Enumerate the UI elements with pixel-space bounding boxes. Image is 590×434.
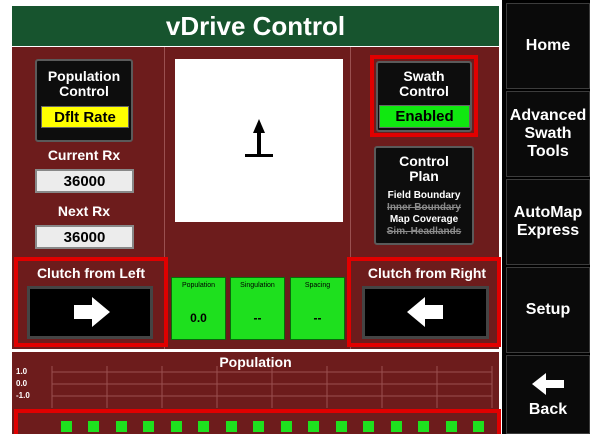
metric-spacing-value: -- [313,311,322,325]
metric-population: Population 0.0 [171,277,226,340]
row-unit-5 [171,421,182,432]
advanced-label-1: Advanced [509,107,587,124]
population-control-button[interactable]: Population Control [35,59,133,142]
page-title: vDrive Control [12,6,499,46]
plan-item-map-coverage: Map Coverage [389,214,459,225]
control-plan-label-2: Plan [409,168,439,184]
current-rx-label: Current Rx [47,147,121,163]
advanced-swath-tools-button[interactable]: Advanced Swath Tools [506,91,590,177]
advanced-label-3: Tools [527,143,569,160]
swath-status-badge: Enabled [379,105,470,128]
arrow-left-icon [407,297,443,327]
back-button[interactable]: Back [506,355,590,434]
automap-label-2: Express [516,222,580,239]
row-unit-13 [391,421,402,432]
divider-right [350,47,351,349]
plan-item-sim-headlands: Sim. Headlands [386,226,462,237]
metric-spacing-label: Spacing [304,282,331,289]
row-unit-4 [143,421,154,432]
control-plan-label-1: Control [399,153,449,169]
row-unit-6 [198,421,209,432]
row-unit-12 [363,421,374,432]
automap-express-button[interactable]: AutoMap Express [506,179,590,265]
metric-singulation-value: -- [253,311,262,325]
row-unit-9 [281,421,292,432]
home-button[interactable]: Home [506,3,590,89]
back-button-label: Back [528,400,568,418]
metric-population-label: Population [181,282,216,289]
graph-y-label-top: 1.0 [16,367,28,376]
graph-title: Population [219,354,292,370]
swath-control-label-2: Control [399,83,449,99]
metric-population-value: 0.0 [190,311,207,325]
arrow-right-icon [74,297,110,327]
guidance-map[interactable] [175,59,343,222]
row-unit-2 [88,421,99,432]
next-rx-value: 36000 [35,225,134,249]
clutch-right-label: Clutch from Right [367,265,487,281]
metric-spacing: Spacing -- [290,277,345,340]
home-button-label: Home [525,37,571,54]
clutch-left-button[interactable] [27,286,153,339]
population-control-label-1: Population [47,68,121,84]
automap-label-1: AutoMap [513,204,583,221]
setup-button[interactable]: Setup [506,267,590,353]
row-unit-10 [308,421,319,432]
row-unit-3 [116,421,127,432]
main-area: vDrive Control Population Control Dflt R… [0,0,502,434]
divider-left [164,47,165,349]
metric-singulation-label: Singulation [240,282,275,289]
vehicle-icon [245,119,273,157]
plan-item-inner-boundary: Inner Boundary [387,202,461,213]
setup-button-label: Setup [525,301,571,318]
row-unit-14 [418,421,429,432]
back-arrow-icon [532,372,564,395]
row-unit-7 [226,421,237,432]
sidebar: Home Advanced Swath Tools AutoMap Expres… [504,0,590,434]
row-unit-8 [253,421,264,432]
control-plan-button[interactable]: Control Plan Field Boundary Inner Bounda… [374,146,474,245]
row-unit-11 [336,421,347,432]
row-unit-16 [473,421,484,432]
graph-y-label-bottom: -1.0 [16,391,30,400]
population-rate-badge: Dflt Rate [41,106,129,128]
metric-singulation: Singulation -- [230,277,285,340]
population-control-label-2: Control [59,83,109,99]
graph-y-label-mid: 0.0 [16,379,28,388]
advanced-label-2: Swath [524,125,572,142]
clutch-right-button[interactable] [362,286,489,339]
next-rx-label: Next Rx [57,203,111,219]
swath-control-label-1: Swath [403,68,445,84]
row-unit-1 [61,421,72,432]
plan-item-field-boundary: Field Boundary [387,190,461,201]
clutch-left-label: Clutch from Left [36,265,146,281]
row-unit-15 [446,421,457,432]
current-rx-value: 36000 [35,169,134,193]
